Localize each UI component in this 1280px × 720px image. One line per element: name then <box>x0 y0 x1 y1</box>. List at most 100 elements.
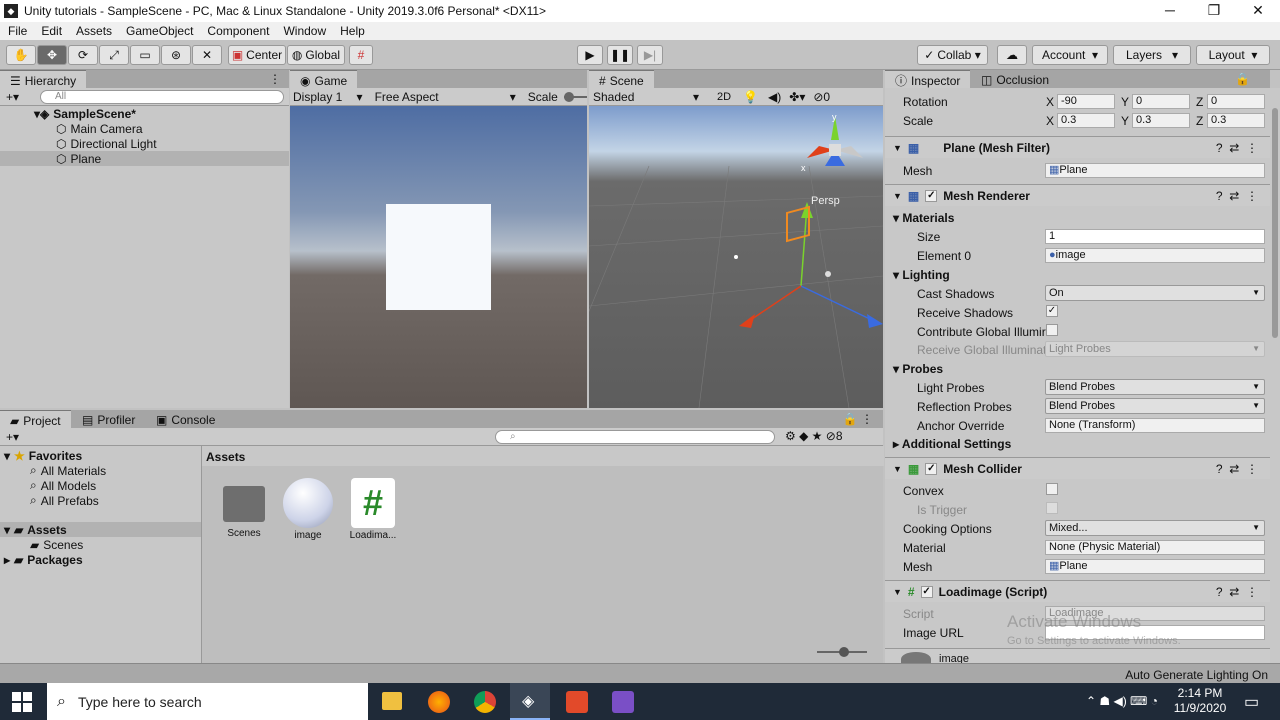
probes-foldout[interactable]: ▾ Probes <box>893 362 943 376</box>
materials-foldout[interactable]: ▾ Materials <box>893 211 954 225</box>
tab-inspector[interactable]: ⓘ Inspector <box>885 70 971 90</box>
mesh-collider-enabled-checkbox[interactable]: ✓ <box>925 462 938 475</box>
play-button-icon[interactable]: ▶ <box>577 45 603 65</box>
unity-taskbar-button[interactable]: ◈ <box>510 683 550 720</box>
menu-gameobject[interactable]: GameObject <box>126 24 193 38</box>
panel-menu-icon[interactable]: ⋮ <box>269 72 281 86</box>
pause-button-icon[interactable]: ❚❚ <box>607 45 633 65</box>
hierarchy-item-directional-light[interactable]: ⬡ Directional Light <box>56 136 157 151</box>
create-dropdown-icon[interactable]: +▾ <box>6 90 19 104</box>
camera-marker-icon[interactable] <box>734 255 738 259</box>
rotation-y-field[interactable]: 0 <box>1132 94 1190 109</box>
tab-profiler[interactable]: ▤ Profiler <box>72 410 145 430</box>
contribute-gi-checkbox[interactable] <box>1046 324 1058 336</box>
assets-folder-item[interactable]: ▾ ▰ Assets <box>0 522 201 537</box>
foldout-icon[interactable]: ▼ <box>893 191 902 201</box>
asset-scenes-folder[interactable]: Scenes <box>214 478 274 539</box>
system-tray-icons[interactable]: ⌃ ☗ ◀) ⌨ ◔ <box>1086 694 1158 708</box>
pivot-center-button[interactable]: ▣ Center <box>228 45 286 65</box>
app-red-icon[interactable] <box>566 691 588 713</box>
script-header[interactable]: ▼ # ✓ Loadimage (Script) ? ⇄ ⋮ <box>885 580 1270 602</box>
tab-scene[interactable]: # Scene <box>589 70 654 90</box>
cloud-icon[interactable]: ☁ <box>997 45 1027 65</box>
menu-window[interactable]: Window <box>283 24 326 38</box>
component-menu-icon[interactable]: ? ⇄ ⋮ <box>1216 462 1258 476</box>
shading-dropdown[interactable]: Shaded <box>593 90 693 104</box>
asset-loadimage-script[interactable]: # Loadima... <box>343 478 403 541</box>
menu-component[interactable]: Component <box>207 24 269 38</box>
tab-game[interactable]: ◉ Game <box>290 70 358 90</box>
clock[interactable]: 2:14 PM 11/9/2020 <box>1172 686 1228 716</box>
z-axis-handle[interactable] <box>800 285 875 322</box>
panel-menu-icon[interactable]: 🔒 ⋮ <box>843 412 873 426</box>
mesh-collider-header[interactable]: ▼ ▦ ✓ Mesh Collider ? ⇄ ⋮ <box>885 457 1270 479</box>
menu-assets[interactable]: Assets <box>76 24 112 38</box>
lighting-toggle-icon[interactable]: 💡 <box>743 90 758 104</box>
anchor-override-field[interactable]: None (Transform) <box>1045 418 1265 433</box>
move-tool-icon[interactable]: ✥ <box>37 45 67 65</box>
account-dropdown[interactable]: Account ▾ <box>1032 45 1108 65</box>
scale-y-field[interactable]: 0.3 <box>1132 113 1190 128</box>
menu-edit[interactable]: Edit <box>41 24 62 38</box>
collider-mesh-field[interactable]: ▦Plane <box>1045 559 1265 574</box>
create-dropdown-icon[interactable]: +▾ <box>6 430 19 444</box>
convex-checkbox[interactable] <box>1046 483 1058 495</box>
favorite-all-prefabs[interactable]: ⌕ All Prefabs <box>30 493 99 508</box>
materials-size-field[interactable]: 1 <box>1045 229 1265 244</box>
icon-size-slider[interactable] <box>817 647 867 657</box>
mesh-renderer-enabled-checkbox[interactable]: ✓ <box>925 189 938 202</box>
filter-icons[interactable]: ⚙ ◆ ★ ⊘8 <box>785 429 843 443</box>
element0-field[interactable]: ●image <box>1045 248 1265 263</box>
layout-dropdown[interactable]: Layout ▾ <box>1196 45 1270 65</box>
cooking-options-dropdown[interactable]: Mixed... <box>1045 520 1265 536</box>
mesh-filter-mesh-field[interactable]: ▦Plane <box>1045 163 1265 178</box>
foldout-icon[interactable]: ▼ <box>893 464 902 474</box>
effects-toggle-icon[interactable]: ✤▾ <box>789 90 805 104</box>
z-arrow-icon[interactable] <box>867 314 883 328</box>
visual-studio-icon[interactable] <box>612 691 634 713</box>
component-menu-icon[interactable]: ? ⇄ ⋮ <box>1216 585 1258 599</box>
hand-tool-icon[interactable]: ✋ <box>6 45 36 65</box>
notification-icon[interactable]: ▭ <box>1244 692 1259 712</box>
transform-tool-icon[interactable]: ⊛ <box>161 45 191 65</box>
menu-help[interactable]: Help <box>340 24 365 38</box>
mesh-filter-header[interactable]: ▼ ▦ Plane (Mesh Filter) ? ⇄ ⋮ <box>885 136 1270 158</box>
favorite-all-materials[interactable]: ⌕ All Materials <box>30 463 106 478</box>
hierarchy-item-plane[interactable]: ⬡ Plane <box>0 151 289 166</box>
foldout-icon[interactable]: ▼ <box>893 587 902 597</box>
rotate-tool-icon[interactable]: ⟳ <box>68 45 98 65</box>
material-preview-header[interactable]: image <box>885 648 1270 666</box>
asset-breadcrumb[interactable]: Assets <box>202 446 884 466</box>
hierarchy-item-main-camera[interactable]: ⬡ Main Camera <box>56 121 143 136</box>
rect-tool-icon[interactable]: ▭ <box>130 45 160 65</box>
inspector-scrollbar[interactable] <box>1270 88 1280 663</box>
minimize-button[interactable]: ─ <box>1148 0 1192 22</box>
project-search-input[interactable]: ⌕ <box>495 430 775 444</box>
light-icon[interactable] <box>825 271 831 277</box>
snap-grid-icon[interactable]: # <box>349 45 373 65</box>
game-viewport[interactable] <box>290 106 587 408</box>
audio-toggle-icon[interactable]: ◀) <box>768 90 781 104</box>
chrome-icon[interactable] <box>474 691 496 713</box>
scene-root-item[interactable]: ▾◈ SampleScene* <box>34 106 136 121</box>
pivot-global-button[interactable]: ◍ Global <box>287 45 345 65</box>
orientation-gizmo-icon[interactable]: x y <box>801 112 863 173</box>
custom-tool-icon[interactable]: ✕ <box>192 45 222 65</box>
light-probes-dropdown[interactable]: Blend Probes <box>1045 379 1265 395</box>
persp-label[interactable]: Persp <box>811 195 840 207</box>
aspect-dropdown[interactable]: Free Aspect <box>375 90 510 104</box>
close-button[interactable]: ✕ <box>1236 0 1280 22</box>
firefox-icon[interactable] <box>428 691 450 713</box>
scale-slider[interactable] <box>563 91 587 102</box>
layers-dropdown[interactable]: Layers ▾ <box>1113 45 1191 65</box>
scale-z-field[interactable]: 0.3 <box>1207 113 1265 128</box>
x-axis-handle[interactable] <box>748 285 802 322</box>
maximize-button[interactable]: ❐ <box>1192 0 1236 22</box>
lighting-foldout[interactable]: ▾ Lighting <box>893 268 950 282</box>
component-menu-icon[interactable]: ? ⇄ ⋮ <box>1216 189 1258 203</box>
scale-tool-icon[interactable]: ⤢ <box>99 45 129 65</box>
scene-viewport[interactable]: x y Persp <box>548 106 884 409</box>
asset-image-material[interactable]: image <box>278 478 338 541</box>
tab-occlusion[interactable]: ◫ Occlusion <box>971 70 1059 90</box>
cast-shadows-dropdown[interactable]: On <box>1045 285 1265 301</box>
